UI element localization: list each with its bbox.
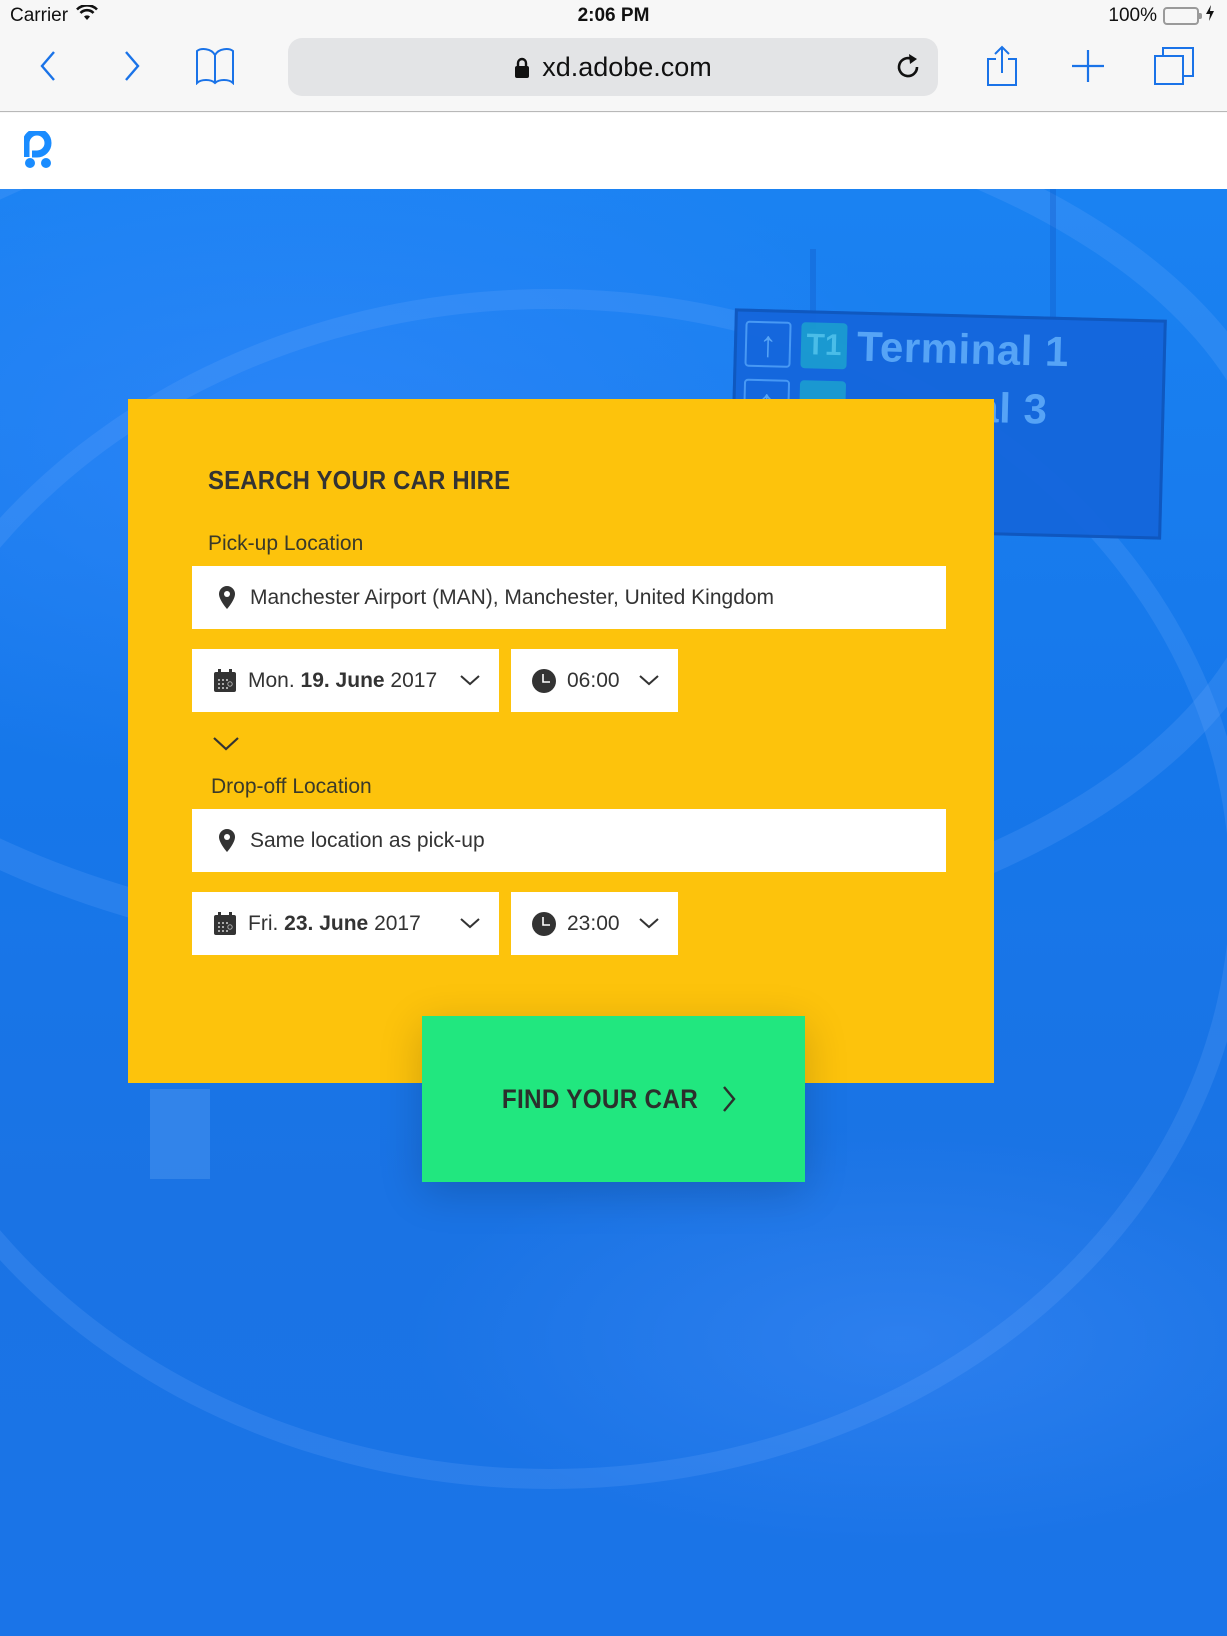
tabs-button[interactable]: [1152, 44, 1196, 88]
pickup-date: 19. June: [300, 668, 385, 692]
book-icon: [196, 48, 234, 85]
dropoff-location-input[interactable]: Same location as pick-up: [192, 809, 946, 872]
dropoff-location-label: Drop-off Location: [211, 775, 372, 798]
new-tab-button[interactable]: [1066, 44, 1110, 88]
calendar-icon: [212, 668, 238, 694]
dropoff-time-select[interactable]: 23:00: [511, 892, 678, 955]
dropoff-year: 2017: [374, 911, 421, 935]
status-bar: Carrier 2:06 PM 100%: [0, 0, 1227, 32]
clock-icon: [531, 668, 557, 694]
lock-icon: [515, 57, 530, 78]
pickup-location-input[interactable]: Manchester Airport (MAN), Manchester, Un…: [192, 566, 946, 629]
url-display[interactable]: xd.adobe.com: [288, 52, 938, 83]
dropoff-day: Fri.: [248, 911, 279, 935]
clock-icon: [531, 911, 557, 937]
reload-icon: [897, 54, 919, 78]
plus-icon: [1072, 50, 1104, 82]
pickup-time-value: 06:00: [567, 668, 620, 692]
location-pin-icon: [214, 828, 240, 854]
pickup-day: Mon.: [248, 668, 295, 692]
site-header: [0, 113, 1227, 189]
sign-pole: [1050, 189, 1056, 319]
clock: 2:06 PM: [577, 5, 650, 26]
pickup-time-select[interactable]: 06:00: [511, 649, 678, 712]
charging-icon: [1205, 5, 1215, 27]
chevron-right-icon: [723, 1086, 737, 1112]
share-button[interactable]: [980, 44, 1024, 88]
battery-icon: [1163, 7, 1202, 25]
reload-button[interactable]: [892, 50, 926, 84]
chevron-right-icon: [125, 51, 140, 81]
dropoff-location-value: Same location as pick-up: [250, 828, 485, 852]
pickup-location-label: Pick-up Location: [208, 532, 364, 555]
terminal-badge: T1: [800, 322, 848, 370]
dropoff-time-value: 23:00: [567, 911, 620, 935]
pickup-year: 2017: [390, 668, 438, 692]
battery-info: 100%: [1108, 5, 1215, 27]
calendar-icon: [212, 911, 238, 937]
share-icon: [987, 45, 1017, 86]
find-your-car-button[interactable]: FIND YOUR CAR: [422, 1016, 805, 1182]
search-form-card: SEARCH YOUR CAR HIRE Pick-up Location Ma…: [128, 399, 994, 1083]
address-bar[interactable]: xd.adobe.com: [288, 38, 938, 96]
chevron-left-icon: [40, 51, 55, 81]
battery-percent: 100%: [1108, 5, 1157, 26]
chevron-down-icon: [460, 674, 480, 685]
chevron-down-icon: [639, 674, 659, 685]
chevron-down-icon: [639, 917, 659, 928]
form-title: SEARCH YOUR CAR HIRE: [208, 465, 511, 495]
sign-text: Terminal 1: [856, 322, 1070, 376]
url-text: xd.adobe.com: [542, 52, 712, 82]
arrow-up-icon: ↑: [744, 320, 792, 368]
pickup-location-value: Manchester Airport (MAN), Manchester, Un…: [250, 585, 775, 609]
chevron-down-icon: [460, 917, 480, 928]
find-your-car-label: FIND YOUR CAR: [501, 1083, 698, 1114]
pickup-date-select[interactable]: Mon. 19. June 2017: [192, 649, 499, 712]
expand-toggle-chevron-icon[interactable]: [211, 735, 241, 753]
tabs-icon: [1154, 47, 1194, 85]
bookmarks-button[interactable]: [193, 44, 237, 88]
dropoff-date-select[interactable]: Fri. 23. June 2017: [192, 892, 499, 955]
brand-logo[interactable]: [22, 128, 54, 169]
browser-toolbar: xd.adobe.com: [0, 32, 1227, 112]
forward-button[interactable]: [110, 44, 154, 88]
bin: [150, 1089, 210, 1179]
location-pin-icon: [214, 585, 240, 611]
dropoff-date: 23. June: [284, 911, 369, 935]
back-button[interactable]: [26, 44, 70, 88]
